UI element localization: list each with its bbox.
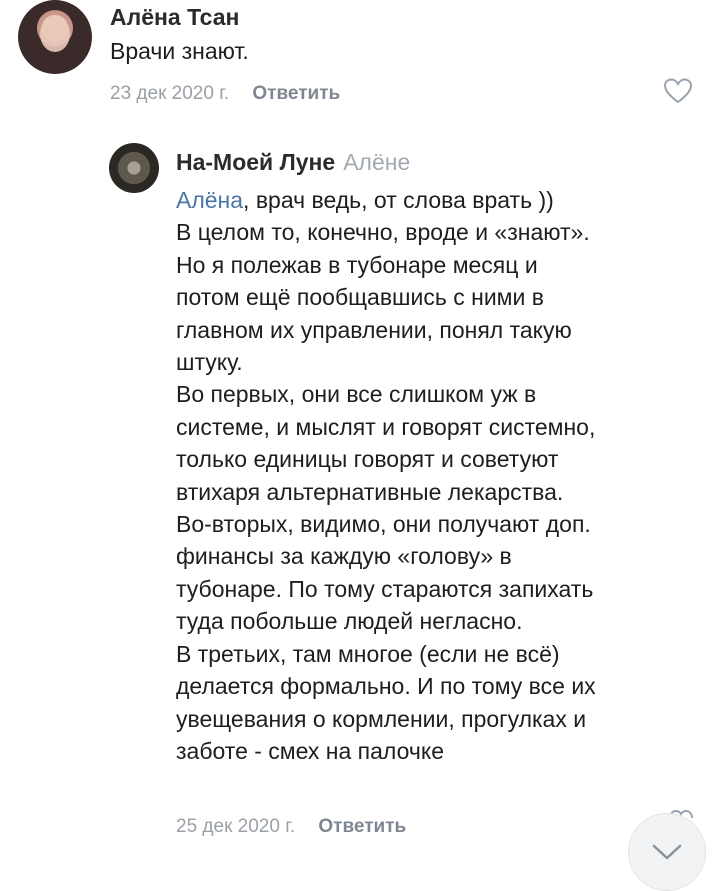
comment-line: тубонаре. По тому стараются запихать <box>176 575 594 602</box>
scroll-down-button[interactable] <box>628 813 706 891</box>
comment-line: Во-вторых, видимо, они получают доп. <box>176 511 591 538</box>
avatar-na-moei-lune[interactable] <box>109 143 159 193</box>
comment-line: только единицы говорят и советуют <box>176 446 559 473</box>
comment-text: Врачи знают. <box>110 38 249 64</box>
comment-line: делается формально. И по тому все их <box>176 673 596 700</box>
mention-link[interactable]: Алёна <box>176 187 243 213</box>
comment-author[interactable]: На-Моей Луне <box>176 149 335 175</box>
comment-line: потом ещё пообщавшись с ними в <box>176 284 544 311</box>
comment-line: системе, и мыслят и говорят системно, <box>176 413 596 440</box>
comment-line: финансы за каждую «голову» в <box>176 543 512 570</box>
comment-line: увещевания о кормлении, прогулках и <box>176 705 587 732</box>
comment-line: заботе - смех на палочке <box>176 737 444 764</box>
comment-line: Но я полежав в тубонаре месяц и <box>176 251 538 278</box>
comment-meta: 23 дек 2020 г. Ответить <box>110 83 340 105</box>
comment-line: главном их управлении, понял такую <box>176 316 572 343</box>
comment-line: В целом то, конечно, вроде и «знают». <box>176 219 590 246</box>
comment-meta: 25 дек 2020 г. Ответить <box>176 816 406 838</box>
comment-line: штуку. <box>176 349 243 376</box>
avatar-alena[interactable] <box>18 0 92 74</box>
reply-button[interactable]: Ответить <box>252 83 340 104</box>
comment-date[interactable]: 25 дек 2020 г. <box>176 816 295 837</box>
comment-author[interactable]: Алёна Тсан <box>110 4 239 31</box>
comment-line: втихаря альтернативные лекарства. <box>176 478 564 505</box>
heart-icon[interactable] <box>663 77 693 105</box>
reply-to-label[interactable]: Алёне <box>343 149 410 175</box>
comment-line: В третьих, там многое (если не всё) <box>176 640 560 667</box>
reply-header: На-Моей Луне Алёне <box>176 149 410 176</box>
comment-line: Во первых, они все слишком уж в <box>176 381 537 408</box>
comment-line: Алёна, врач ведь, от слова врать )) <box>176 187 554 213</box>
comment-line: туда побольше людей негласно. <box>176 608 523 635</box>
comment-date[interactable]: 23 дек 2020 г. <box>110 83 229 104</box>
chevron-down-icon <box>652 844 682 860</box>
reply-button[interactable]: Ответить <box>318 816 406 837</box>
comment-text: Алёна, врач ведь, от слова врать )) В це… <box>176 184 706 767</box>
